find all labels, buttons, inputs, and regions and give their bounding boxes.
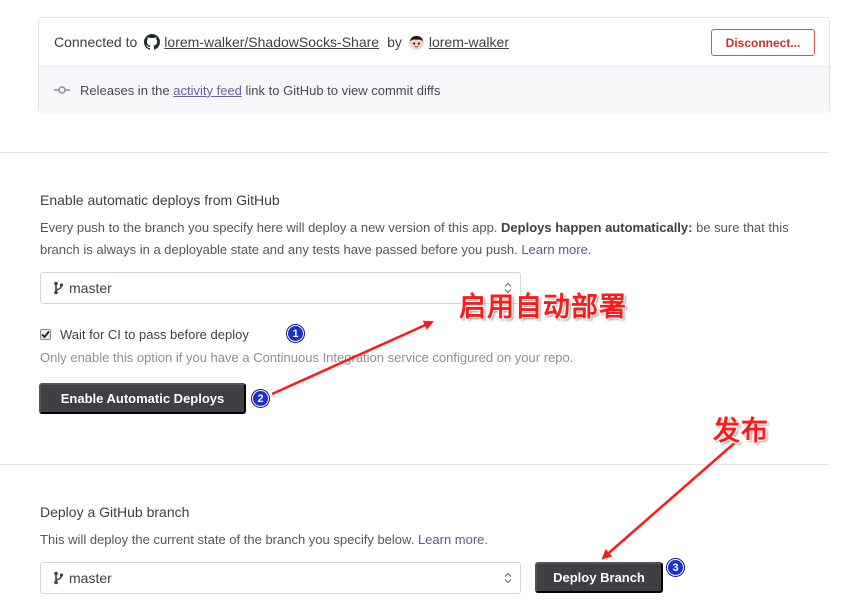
section-divider [0,464,830,465]
connected-to-label: Connected to [54,34,138,50]
enable-auto-deploy-annotation: 启用自动部署 [459,292,627,323]
releases-prefix: Releases in the [80,82,170,98]
section-divider [0,152,830,153]
auto-deploy-desc-bold: Deploys happen automatically: [501,220,693,235]
auto-deploy-description: Every push to the branch you specify her… [40,217,820,261]
branch-icon [54,571,64,585]
auto-deploy-heading: Enable automatic deploys from GitHub [40,192,280,208]
wait-for-ci-checkbox[interactable] [40,329,51,340]
wait-for-ci-row: Wait for CI to pass before deploy [40,327,249,342]
auto-deploy-learn-more-link[interactable]: Learn more. [521,242,591,257]
publish-annotation: 发布 [713,416,769,447]
repo-link[interactable]: lorem-walker/ShadowSocks-Share [164,34,379,50]
auto-deploy-branch-select[interactable]: master [40,272,521,304]
manual-deploy-heading: Deploy a GitHub branch [40,504,190,520]
github-connection-card: Connected to lorem-walker/ShadowSocks-Sh… [38,17,830,113]
manual-deploy-desc: This will deploy the current state of th… [40,532,415,547]
user-link[interactable]: lorem-walker [429,34,509,50]
deploy-branch-button[interactable]: Deploy Branch [535,562,663,593]
step-badge-2: 2 [252,390,269,407]
avatar [408,34,424,50]
step-badge-3: 3 [667,559,684,576]
releases-suffix: link to GitHub to view commit diffs [245,82,441,98]
commit-icon [54,86,70,94]
branch-icon [54,281,64,295]
connection-row: Connected to lorem-walker/ShadowSocks-Sh… [39,18,829,67]
wait-for-ci-label: Wait for CI to pass before deploy [60,327,249,342]
releases-info-row: Releases in the activity feed link to Gi… [39,67,829,113]
activity-feed-link[interactable]: activity feed [173,83,242,98]
by-label: by [387,34,402,50]
step-badge-1: 1 [287,325,304,342]
enable-automatic-deploys-button[interactable]: Enable Automatic Deploys [39,383,246,414]
disconnect-button[interactable]: Disconnect... [711,29,815,56]
ci-hint-text: Only enable this option if you have a Co… [40,350,574,365]
manual-deploy-branch-value: master [69,570,112,586]
checkmark-icon [41,330,50,339]
auto-deploy-branch-value: master [69,280,112,296]
github-icon [144,34,161,50]
manual-deploy-branch-select[interactable]: master [40,562,521,594]
auto-deploy-desc-plain: Every push to the branch you specify her… [40,220,498,235]
select-caret-icon [504,572,512,584]
manual-deploy-learn-more-link[interactable]: Learn more. [418,532,488,547]
manual-deploy-description: This will deploy the current state of th… [40,529,820,551]
